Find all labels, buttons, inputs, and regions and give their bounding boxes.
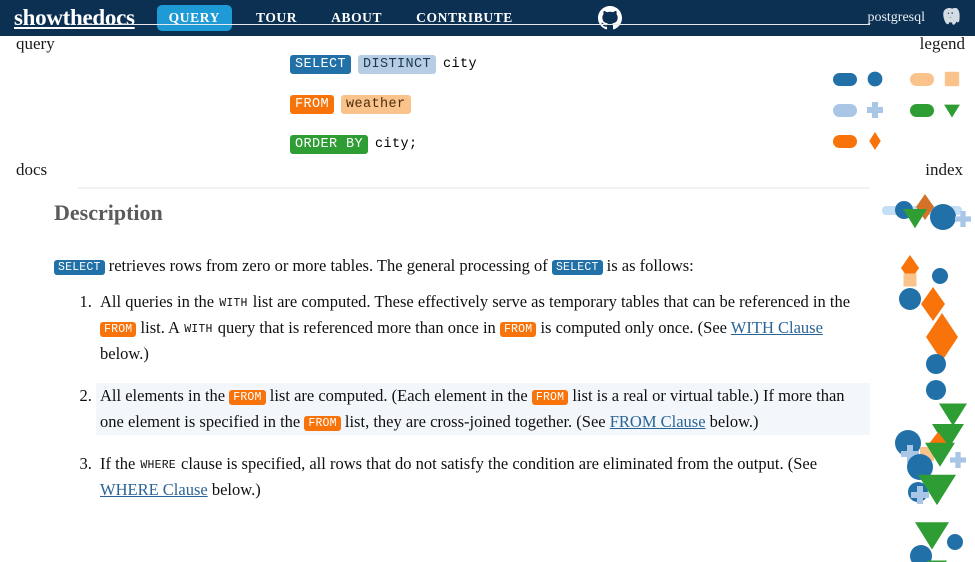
- square-icon: [943, 70, 961, 88]
- nav-link-query[interactable]: QUERY: [156, 5, 232, 31]
- docs-panel: Description SELECT retrieves rows from z…: [40, 196, 870, 519]
- legend-pill: [833, 103, 857, 117]
- query-token-weather[interactable]: weather: [341, 94, 411, 114]
- docs-link-from-clause[interactable]: FROM Clause: [610, 412, 706, 431]
- plus-icon: [866, 101, 884, 119]
- query-divider: [78, 24, 870, 25]
- circle-icon: [866, 70, 884, 88]
- legend-entry-triangle-down[interactable]: [910, 99, 961, 121]
- docs-link-where-clause[interactable]: WHERE Clause: [100, 480, 208, 499]
- keyword-from[interactable]: FROM: [531, 390, 569, 405]
- index-shape-circle[interactable]: [926, 380, 946, 400]
- keyword-from[interactable]: FROM: [229, 390, 266, 405]
- docs-intro-paragraph: SELECT retrieves rows from zero or more …: [54, 253, 870, 279]
- nav-link-tour[interactable]: TOUR: [246, 6, 307, 30]
- query-token-from[interactable]: FROM: [290, 94, 335, 114]
- docs-link-with-clause[interactable]: WITH Clause: [731, 318, 823, 337]
- index-shape-circle[interactable]: [932, 268, 948, 284]
- query-editor[interactable]: SELECT DISTINCT city FROM weather ORDER BY cit…: [290, 44, 489, 164]
- docs-section-label: docs: [16, 160, 48, 179]
- legend-entry-square[interactable]: [910, 68, 961, 90]
- index-shape-diamond[interactable]: [926, 313, 958, 361]
- query-token-city: city: [443, 56, 478, 72]
- keyword-select[interactable]: SELECT: [551, 259, 603, 275]
- legend-entry-circle[interactable]: [833, 68, 884, 90]
- legend-entry-diamond[interactable]: [833, 130, 884, 152]
- query-token-distinct[interactable]: DISTINCT: [358, 54, 437, 74]
- docs-ordered-list: All queries in the WITH list are compute…: [40, 289, 870, 503]
- legend-section-label: legend: [919, 34, 965, 53]
- query-token-city-: city;: [375, 136, 418, 152]
- docs-heading: Description: [54, 200, 163, 225]
- postgresql-elephant-icon: [939, 5, 965, 31]
- query-section-label: query: [16, 34, 55, 53]
- keyword-with: WITH: [184, 322, 213, 336]
- triangle-down-icon: [943, 101, 961, 119]
- index-shape-circle[interactable]: [930, 204, 956, 230]
- index-shape-circle[interactable]: [947, 534, 963, 550]
- nav-link-about[interactable]: ABOUT: [321, 6, 392, 30]
- navbar: showthedocs QUERY TOUR ABOUT CONTRIBUTE …: [0, 0, 975, 36]
- nav-link-contribute[interactable]: CONTRIBUTE: [406, 6, 523, 30]
- legend-pill: [910, 72, 934, 86]
- language-label: postgresql: [867, 10, 925, 25]
- index-minimap[interactable]: [880, 192, 975, 562]
- index-shape-circle[interactable]: [910, 545, 932, 562]
- docs-list-item: All queries in the WITH list are compute…: [96, 289, 870, 367]
- navbar-right: postgresql: [867, 0, 965, 36]
- legend-pill: [833, 134, 857, 148]
- index-shape-circle[interactable]: [899, 288, 921, 310]
- legend-pill: [833, 72, 857, 86]
- legend-panel: [833, 68, 961, 152]
- keyword-with: WITH: [219, 296, 248, 310]
- docs-list-item: If the WHERE clause is specified, all ro…: [96, 451, 870, 503]
- keyword-from[interactable]: FROM: [499, 321, 537, 337]
- index-shape-plus[interactable]: [950, 452, 966, 468]
- github-icon[interactable]: [597, 5, 623, 31]
- legend-entry-plus[interactable]: [833, 99, 884, 121]
- brand-logo[interactable]: showthedocs: [14, 5, 135, 31]
- query-line: ORDER BY city;: [290, 124, 489, 164]
- keyword-select[interactable]: SELECT: [54, 259, 105, 275]
- index-shape-triangle-down[interactable]: [939, 403, 967, 426]
- index-section-label: index: [925, 160, 963, 179]
- keyword-from[interactable]: FROM: [100, 321, 137, 337]
- docs-divider: [78, 187, 870, 189]
- query-line: SELECT DISTINCT city: [290, 44, 489, 84]
- query-token-order-by[interactable]: ORDER BY: [290, 134, 369, 154]
- query-line: FROM weather: [290, 84, 489, 124]
- diamond-icon: [866, 132, 884, 150]
- query-token-select[interactable]: SELECT: [290, 54, 352, 74]
- keyword-where: WHERE: [140, 459, 176, 473]
- legend-pill: [910, 103, 934, 117]
- docs-list-item: All elements in the FROM list are comput…: [96, 383, 870, 436]
- index-shape-square[interactable]: [903, 273, 917, 287]
- keyword-from[interactable]: FROM: [304, 416, 341, 432]
- index-shape-circle[interactable]: [926, 354, 946, 374]
